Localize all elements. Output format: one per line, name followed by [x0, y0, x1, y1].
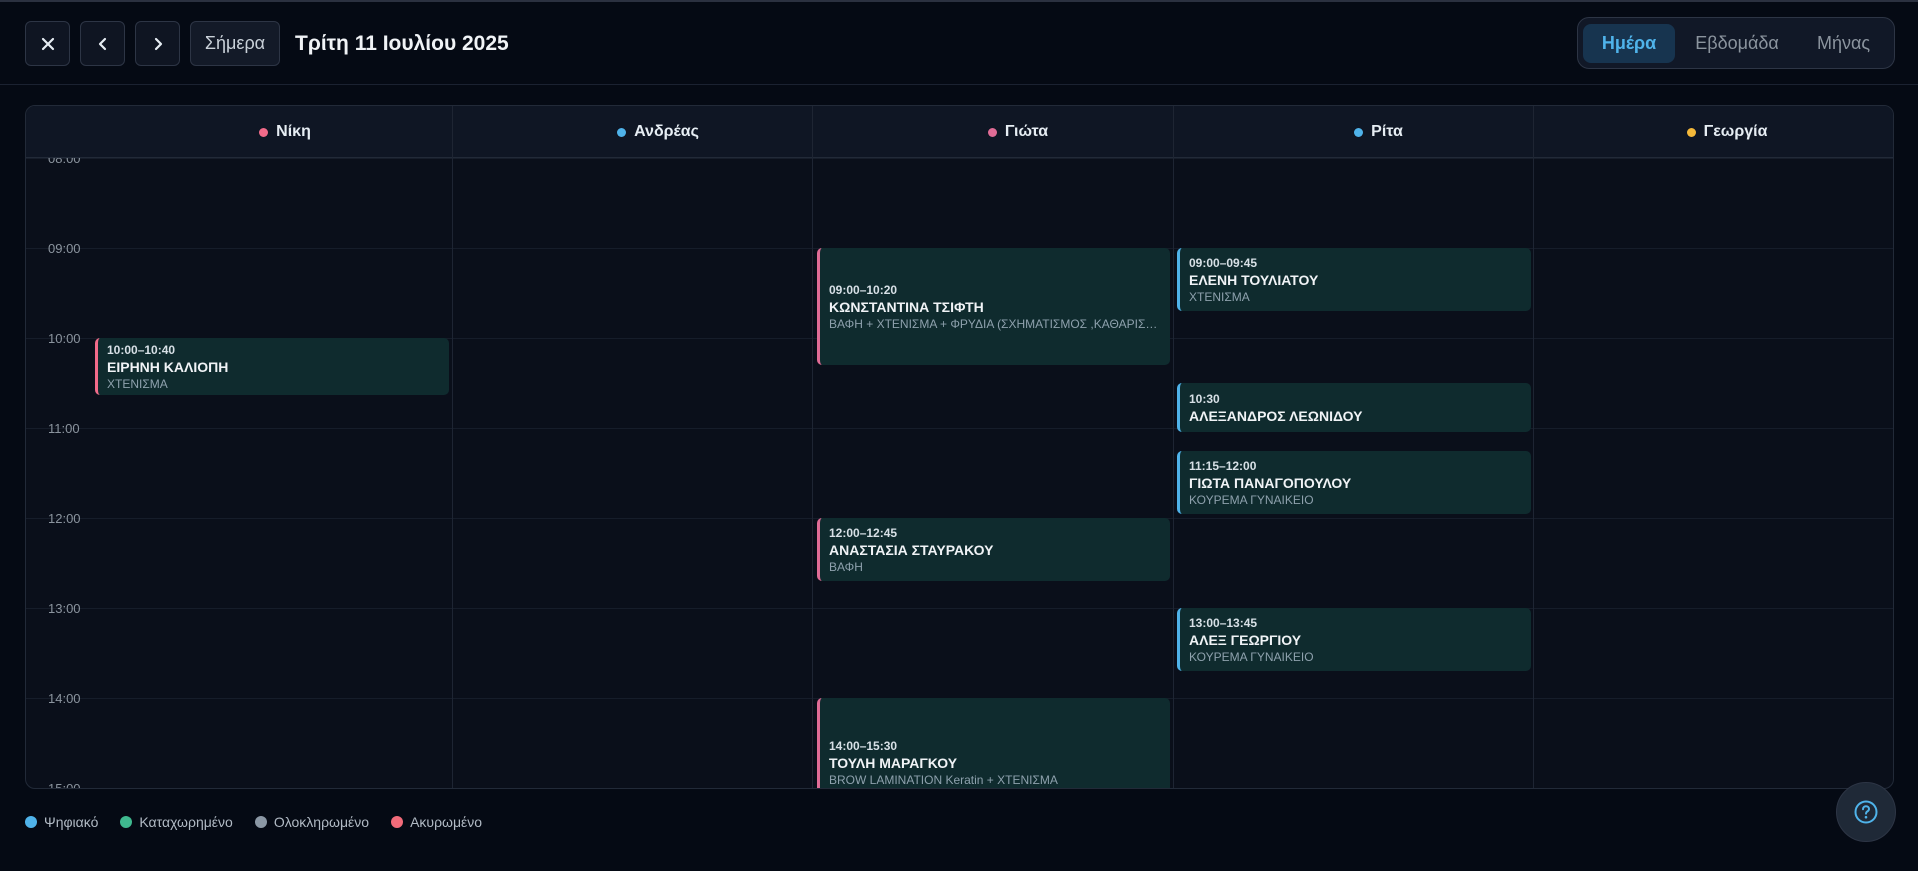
hour-line — [26, 428, 1893, 429]
time-label: 10:00 — [48, 331, 81, 346]
column-divider — [1173, 106, 1174, 788]
staff-column-header[interactable]: Γιώτα — [838, 106, 1198, 158]
appointment-card[interactable]: 10:30 ΑΛΕΞΑΝΔΡΟΣ ΛΕΩΝΙΔΟΥ — [1177, 383, 1531, 432]
status-legend: Ψηφιακό Καταχωρημένο Ολοκληρωμένο Ακυρωμ… — [25, 812, 482, 832]
legend-item: Ψηφιακό — [25, 814, 98, 830]
legend-label: Ακυρωμένο — [410, 814, 483, 830]
staff-name: Ανδρέας — [634, 123, 699, 140]
legend-dot — [254, 816, 267, 828]
staff-color-dot — [617, 127, 627, 137]
chevron-right-icon — [154, 37, 162, 50]
page-title: Τρίτη 11 Ιουλίου 2025 — [295, 32, 509, 55]
appointment-service: ΧΤΕΝΙΣΜΑ — [1189, 289, 1250, 304]
appointment-client: ΓΙΩΤΑ ΠΑΝΑΓΟΠΟΥΛΟΥ — [1189, 474, 1352, 491]
question-circle-icon — [1854, 800, 1878, 824]
time-label: 13:00 — [48, 601, 81, 616]
view-day-button[interactable]: Ημέρα — [1583, 24, 1675, 63]
chevron-left-icon — [98, 37, 106, 50]
column-divider — [1533, 106, 1534, 788]
view-switcher: Ημέρα Εβδομάδα Μήνας — [1577, 17, 1895, 69]
next-day-button[interactable] — [135, 21, 180, 66]
appointment-service: ΚΟΥΡΕΜΑ ΓΥΝΑΙΚΕΙΟ — [1189, 649, 1314, 664]
appointment-time: 11:15–12:00 — [1189, 458, 1257, 473]
staff-header-row: Νίκη Ανδρέας Γιώτα Ρίτα Γεωργία — [26, 106, 1893, 158]
appointment-time: 12:00–12:45 — [829, 525, 898, 540]
staff-column-header[interactable]: Γεωργία — [1559, 106, 1893, 158]
appointment-client: ΑΝΑΣΤΑΣΙΑ ΣΤΑΥΡΑΚΟΥ — [829, 541, 994, 558]
appointment-service: BROW LAMINATION Keratin + ΧΤΕΝΙΣΜΑ — [829, 773, 1058, 787]
legend-item: Καταχωρημένο — [120, 814, 233, 830]
time-label: 08:00 — [48, 158, 81, 166]
appointment-client: ΚΩΝΣΤΑΝΤΙΝΑ ΤΣΙΦΤΗ — [829, 298, 984, 315]
column-divider — [812, 106, 813, 788]
view-month-button[interactable]: Μήνας — [1796, 24, 1891, 63]
legend-dot — [25, 816, 37, 828]
legend-item: Ακυρωμένο — [391, 814, 482, 830]
appointment-service: ΒΑΦΗ + ΧΤΕΝΙΣΜΑ + ΦΡΥΔΙΑ (ΣΧΗΜΑΤΙΣΜΟΣ ,Κ… — [829, 316, 1161, 331]
appointment-card[interactable]: 09:00–10:20 ΚΩΝΣΤΑΝΤΙΝΑ ΤΣΙΦΤΗ ΒΑΦΗ + ΧΤ… — [817, 248, 1170, 365]
staff-column-header[interactable]: Νίκη — [92, 106, 478, 158]
appointment-time: 10:00–10:40 — [107, 342, 176, 357]
appointment-service: ΧΤΕΝΙΣΜΑ — [107, 376, 168, 391]
appointment-card[interactable]: 10:00–10:40 ΕΙΡΗΝΗ ΚΑΛΙΟΠΗ ΧΤΕΝΙΣΜΑ — [95, 338, 449, 395]
staff-name: Γιώτα — [1004, 123, 1049, 140]
staff-name: Γεωργία — [1703, 123, 1768, 140]
staff-color-dot — [259, 127, 269, 137]
calendar-header: Σήμερα Τρίτη 11 Ιουλίου 2025 Ημέρα Εβδομ… — [0, 2, 1918, 85]
staff-column-header[interactable]: Ανδρέας — [478, 106, 838, 158]
staff-color-dot — [987, 127, 997, 137]
legend-dot — [120, 816, 133, 828]
appointment-time: 10:30 — [1189, 391, 1220, 406]
hour-line — [26, 788, 1894, 789]
appointment-client: ΑΛΕΞ ΓΕΩΡΓΙΟΥ — [1189, 631, 1302, 648]
hour-line — [26, 608, 1893, 609]
staff-color-dot — [1686, 127, 1696, 137]
time-label: 15:00 — [48, 781, 81, 789]
staff-color-dot — [1354, 127, 1364, 137]
staff-name: Ρίτα — [1371, 123, 1403, 140]
today-button[interactable]: Σήμερα — [190, 21, 280, 66]
previous-day-button[interactable] — [80, 21, 125, 66]
appointment-service: ΒΑΦΗ — [829, 559, 863, 574]
view-week-button[interactable]: Εβδομάδα — [1681, 24, 1793, 63]
staff-column-header[interactable]: Ρίτα — [1198, 106, 1559, 158]
legend-label: Ολοκληρωμένο — [273, 814, 370, 830]
appointment-client: ΕΛΕΝΗ ΤΟΥΛΙΑΤΟΥ — [1189, 271, 1319, 288]
legend-label: Καταχωρημένο — [139, 814, 233, 830]
close-icon — [41, 37, 54, 50]
day-calendar: Νίκη Ανδρέας Γιώτα Ρίτα Γεωργία 08:00 09… — [25, 105, 1894, 789]
appointment-time: 13:00–13:45 — [1189, 615, 1258, 630]
time-label: 09:00 — [48, 241, 81, 256]
time-label: 14:00 — [48, 691, 81, 706]
appointment-client: ΕΙΡΗΝΗ ΚΑΛΙΟΠΗ — [107, 358, 229, 375]
appointment-card[interactable]: 12:00–12:45 ΑΝΑΣΤΑΣΙΑ ΣΤΑΥΡΑΚΟΥ ΒΑΦΗ — [817, 518, 1170, 581]
legend-label: Ψηφιακό — [44, 814, 99, 830]
time-label: 12:00 — [48, 511, 81, 526]
close-button[interactable] — [25, 21, 70, 66]
time-grid[interactable]: 08:00 09:00 10:00 11:00 12:00 13:00 14:0… — [26, 158, 1894, 789]
appointment-service: ΚΟΥΡΕΜΑ ΓΥΝΑΙΚΕΙΟ — [1189, 492, 1314, 507]
help-button[interactable] — [1836, 782, 1896, 842]
appointment-time: 09:00–10:20 — [829, 282, 898, 297]
appointment-client: ΤΟΥΛΗ ΜΑΡΑΓΚΟΥ — [829, 755, 958, 771]
appointment-client: ΑΛΕΞΑΝΔΡΟΣ ΛΕΩΝΙΔΟΥ — [1189, 407, 1363, 424]
hour-line — [26, 158, 1893, 159]
appointment-time: 14:00–15:30 — [829, 739, 898, 753]
staff-name: Νίκη — [276, 123, 311, 140]
appointment-card[interactable]: 14:00–15:30 ΤΟΥΛΗ ΜΑΡΑΓΚΟΥ BROW LAMINATI… — [817, 698, 1170, 788]
appointment-card[interactable]: 13:00–13:45 ΑΛΕΞ ΓΕΩΡΓΙΟΥ ΚΟΥΡΕΜΑ ΓΥΝΑΙΚ… — [1177, 608, 1531, 671]
legend-dot — [391, 816, 404, 828]
appointment-time: 09:00–09:45 — [1189, 255, 1258, 270]
appointment-card[interactable]: 11:15–12:00 ΓΙΩΤΑ ΠΑΝΑΓΟΠΟΥΛΟΥ ΚΟΥΡΕΜΑ Γ… — [1177, 451, 1531, 514]
time-label: 11:00 — [48, 421, 80, 436]
appointment-card[interactable]: 09:00–09:45 ΕΛΕΝΗ ΤΟΥΛΙΑΤΟΥ ΧΤΕΝΙΣΜΑ — [1177, 248, 1531, 311]
column-divider — [452, 106, 453, 788]
legend-item: Ολοκληρωμένο — [254, 814, 370, 830]
